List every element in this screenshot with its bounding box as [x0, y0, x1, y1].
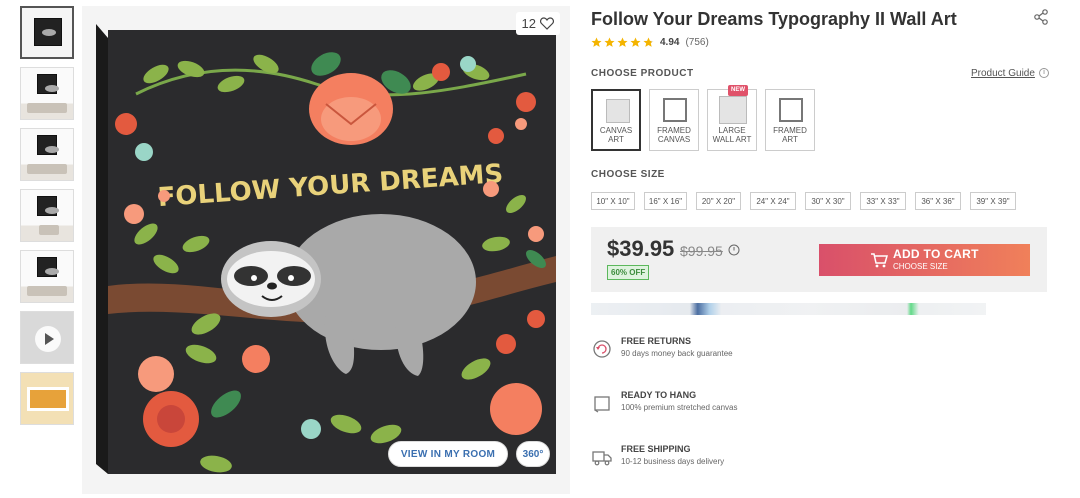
- product-title: Follow Your Dreams Typography II Wall Ar…: [591, 9, 957, 29]
- size-option[interactable]: 36" X 36": [915, 192, 961, 210]
- size-option[interactable]: 39" X 39": [970, 192, 1016, 210]
- clock-icon: [728, 244, 740, 256]
- choose-size-hint: CHOOSE SIZE: [893, 262, 948, 271]
- original-price: $99.95: [680, 243, 723, 259]
- option-line2: ART: [782, 135, 798, 144]
- product-guide-link[interactable]: Product Guide: [971, 68, 1035, 79]
- option-line1: FRAMED: [657, 126, 691, 135]
- size-option[interactable]: 33" X 33": [860, 192, 906, 210]
- product-option-large-wall-art[interactable]: NEW LARGE WALL ART: [707, 85, 757, 151]
- feature-desc: 90 days money back guarantee: [621, 349, 733, 358]
- rating-count: (756): [685, 37, 709, 48]
- view-in-my-room-button[interactable]: VIEW IN MY ROOM: [388, 441, 508, 467]
- add-to-cart-button[interactable]: ADD TO CART CHOOSE SIZE: [819, 244, 1030, 276]
- star-icon: [591, 37, 602, 47]
- thumbnail-canvas[interactable]: [20, 6, 74, 59]
- option-line1: FRAMED: [773, 126, 807, 135]
- heart-icon: [540, 17, 554, 30]
- product-option-framed-art[interactable]: FRAMED ART: [765, 89, 815, 151]
- thumbnail-room-2[interactable]: [20, 128, 74, 181]
- feature-title: READY TO HANG: [621, 390, 697, 400]
- framed-art-thumb-icon: [779, 98, 803, 122]
- main-product-image[interactable]: FOLLOW YOUR DREAMS 12 VIEW IN MY ROOM 36…: [82, 6, 570, 494]
- size-option[interactable]: 24" X 24": [750, 192, 796, 210]
- rating-value: 4.94: [660, 37, 680, 48]
- size-option[interactable]: 10" X 10": [591, 192, 635, 210]
- truck-icon: [592, 451, 612, 466]
- thumbnail-frames[interactable]: [20, 372, 74, 425]
- share-icon[interactable]: [1033, 9, 1049, 25]
- thumbnail-list: [20, 6, 76, 433]
- thumbnail-room-4[interactable]: [20, 250, 74, 303]
- new-badge: NEW: [728, 85, 748, 96]
- current-price: $39.95: [607, 236, 675, 261]
- star-icon: [604, 37, 615, 47]
- sloth-artwork: FOLLOW YOUR DREAMS: [96, 24, 556, 474]
- product-option-canvas-art[interactable]: CANVAS ART: [591, 89, 641, 151]
- thumbnail-room-3[interactable]: [20, 189, 74, 242]
- canvas-hang-icon: [594, 396, 610, 413]
- product-type-options: CANVAS ART FRAMED CANVAS NEW LARGE WALL …: [591, 85, 815, 151]
- option-line1: CANVAS: [599, 126, 633, 135]
- discount-badge: 60% OFF: [607, 265, 650, 280]
- star-icon: [630, 37, 641, 47]
- option-line2: ART: [608, 135, 624, 144]
- size-option[interactable]: 16" X 16": [644, 192, 687, 210]
- add-to-cart-label: ADD TO CART: [893, 247, 979, 261]
- product-option-framed-canvas[interactable]: FRAMED CANVAS: [649, 89, 699, 151]
- choose-size-label: CHOOSE SIZE: [591, 169, 665, 180]
- feature-title: FREE RETURNS: [621, 336, 692, 346]
- option-line2: WALL ART: [712, 135, 752, 144]
- thumbnail-video[interactable]: [20, 311, 74, 364]
- cart-icon: [871, 253, 888, 268]
- framed-canvas-thumb-icon: [663, 98, 687, 122]
- canvas-thumb-icon: [606, 99, 630, 123]
- size-option[interactable]: 30" X 30": [805, 192, 851, 210]
- star-half-icon: [643, 37, 654, 47]
- play-icon: [35, 326, 61, 352]
- large-wall-art-thumb-icon: [719, 96, 747, 124]
- thumbnail-room-1[interactable]: [20, 67, 74, 120]
- rating-row[interactable]: 4.94 (756): [591, 37, 709, 48]
- likes-counter[interactable]: 12: [515, 12, 560, 35]
- feature-desc: 10-12 business days delivery: [621, 457, 725, 466]
- star-icon: [617, 37, 628, 47]
- info-icon[interactable]: i: [1039, 68, 1049, 78]
- view-360-button[interactable]: 360°: [516, 441, 550, 467]
- returns-icon: [593, 340, 611, 358]
- feature-title: FREE SHIPPING: [621, 444, 691, 454]
- option-line1: LARGE: [718, 126, 746, 135]
- size-options: 10" X 10" 16" X 16" 20" X 20" 24" X 24" …: [591, 192, 1016, 210]
- size-option[interactable]: 20" X 20": [696, 192, 741, 210]
- option-line2: CANVAS: [657, 135, 691, 144]
- feature-desc: 100% premium stretched canvas: [621, 403, 738, 412]
- blurred-payment-strip: [591, 303, 986, 315]
- choose-product-label: CHOOSE PRODUCT: [591, 68, 694, 79]
- star-rating: [591, 37, 654, 48]
- likes-count: 12: [521, 16, 536, 31]
- price-box: $39.95 $99.95 60% OFF ADD TO CART CHOOSE…: [591, 227, 1047, 292]
